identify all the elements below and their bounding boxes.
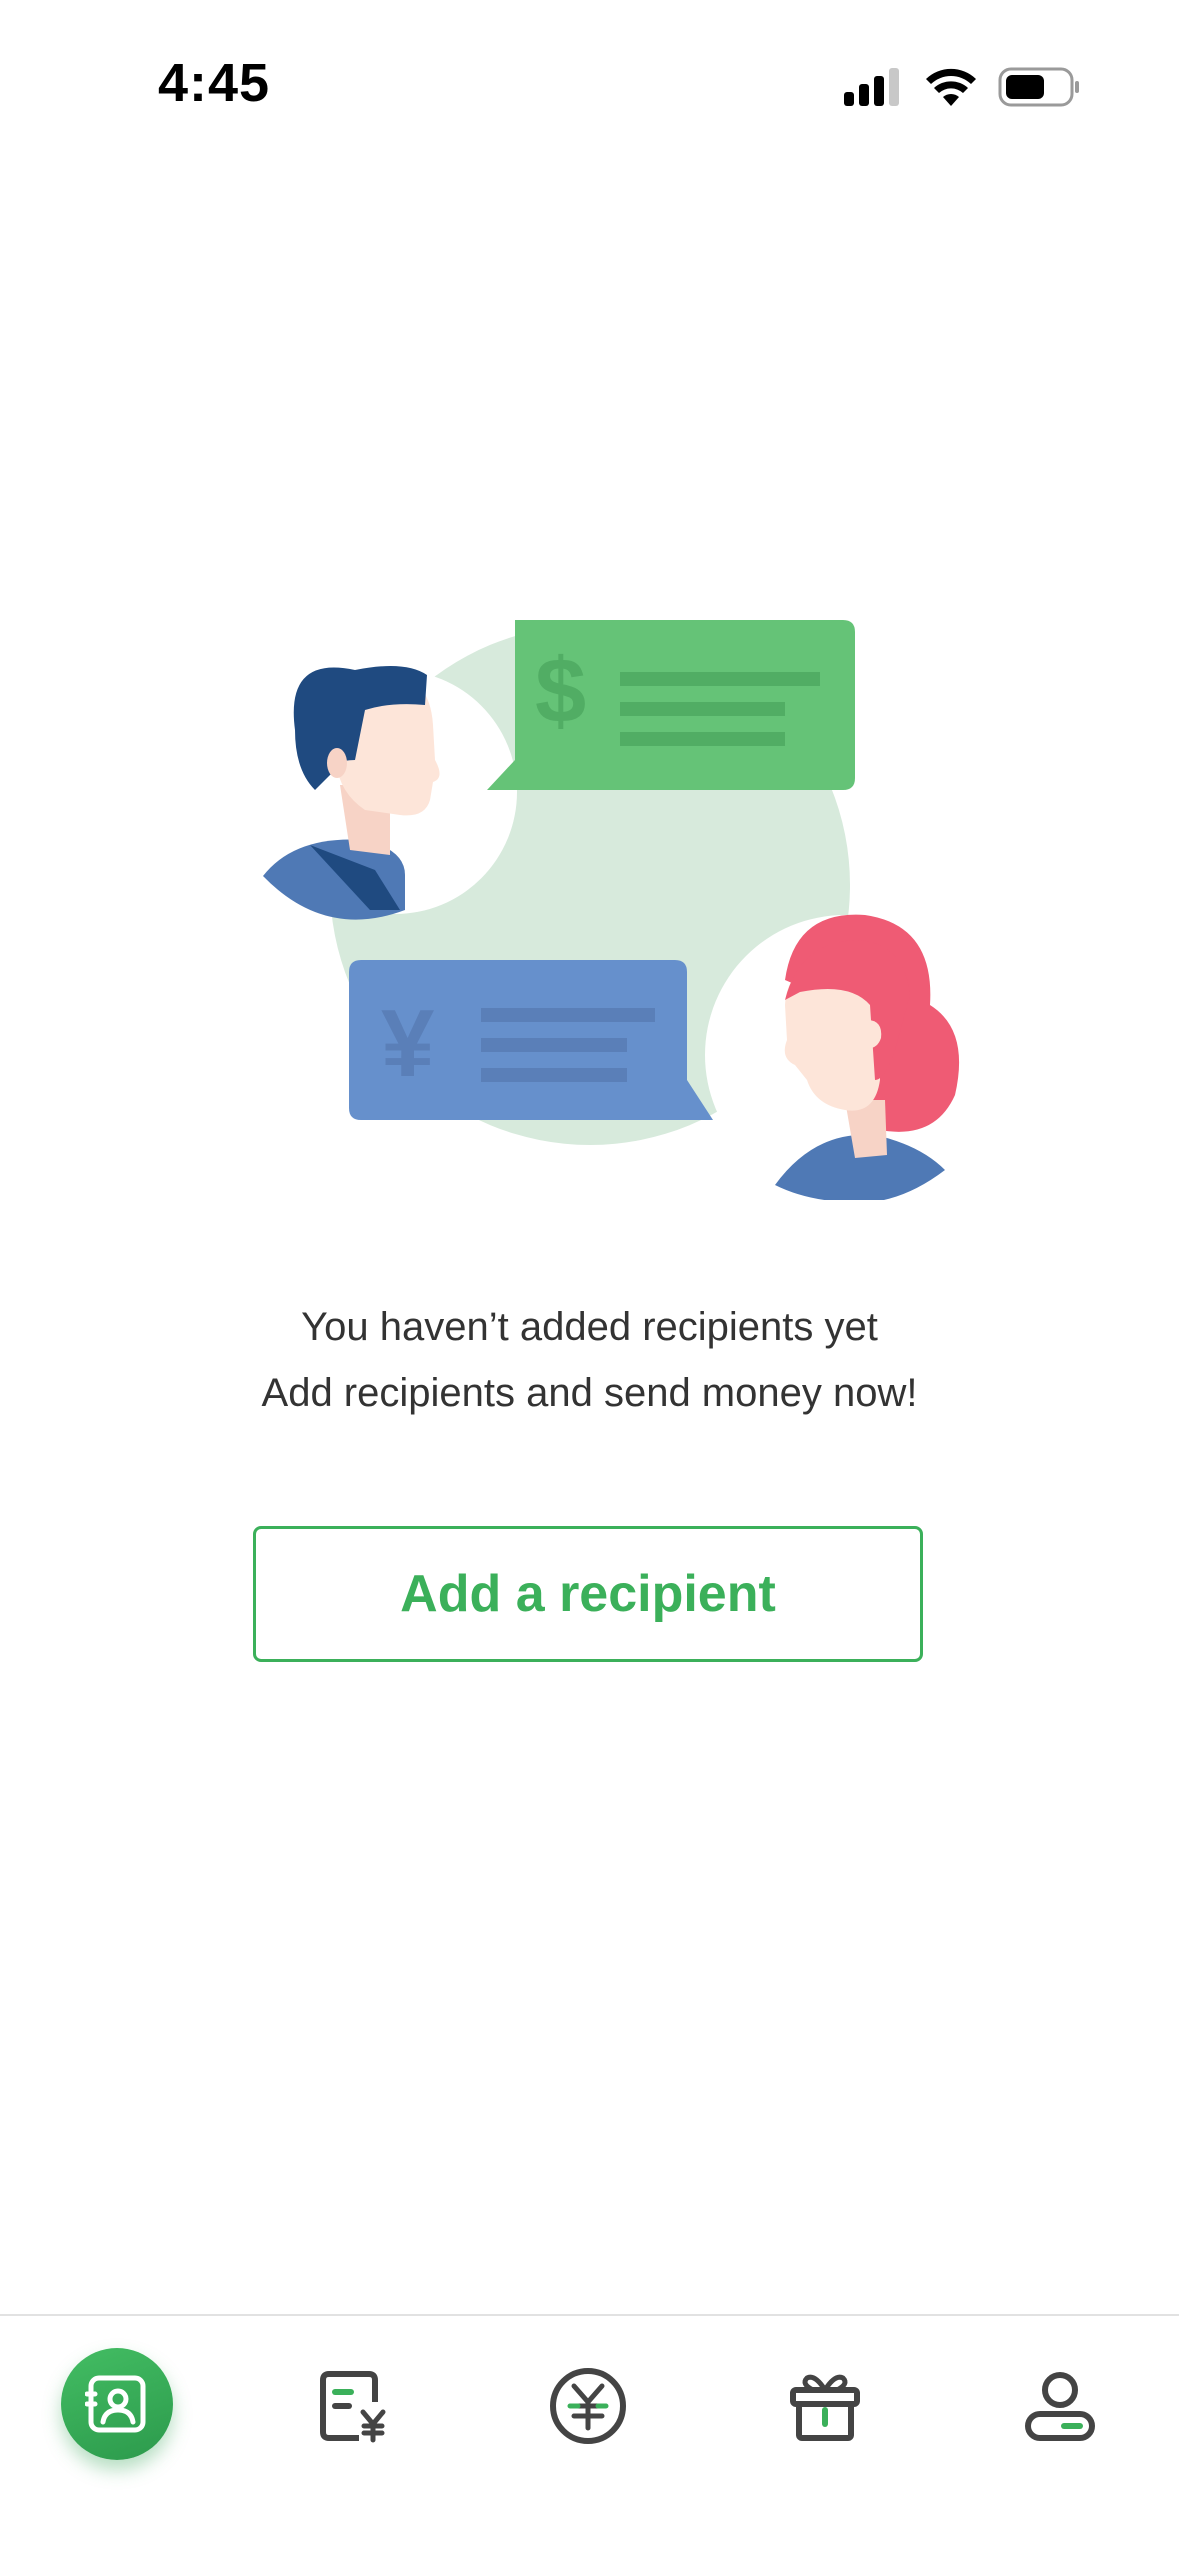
tab-recipients[interactable]	[61, 2348, 173, 2460]
bottom-tab-bar	[0, 2314, 1179, 2558]
account-icon	[1025, 2372, 1095, 2441]
tab-gift[interactable]	[765, 2346, 885, 2466]
dollar-speech-bubble: $	[487, 620, 855, 790]
woman-avatar	[705, 914, 975, 1200]
send-money-icon	[550, 2368, 626, 2444]
empty-state-title: You haven’t added recipients yet	[301, 1305, 878, 1349]
gift-icon	[790, 2374, 860, 2441]
tab-account[interactable]	[1000, 2346, 1120, 2466]
add-recipient-button[interactable]: Add a recipient	[253, 1526, 923, 1662]
status-bar: 4:45	[0, 0, 1179, 170]
tab-transactions[interactable]	[293, 2346, 413, 2466]
empty-state-subtitle: Add recipients and send money now!	[261, 1371, 918, 1415]
yen-symbol: ¥	[381, 990, 434, 1097]
status-time: 4:45	[158, 53, 271, 113]
status-icons	[840, 62, 1080, 112]
tab-send-money[interactable]	[528, 2346, 648, 2466]
cellular-signal-icon	[844, 68, 899, 106]
recipients-icon	[85, 2375, 146, 2433]
wifi-icon	[926, 68, 976, 106]
dollar-symbol: $	[535, 640, 586, 742]
battery-icon	[998, 67, 1079, 107]
yen-speech-bubble: ¥	[349, 960, 713, 1120]
add-recipient-label: Add a recipient	[400, 1565, 776, 1623]
transactions-icon	[320, 2371, 386, 2443]
recipients-illustration: $ ¥	[263, 620, 975, 1200]
